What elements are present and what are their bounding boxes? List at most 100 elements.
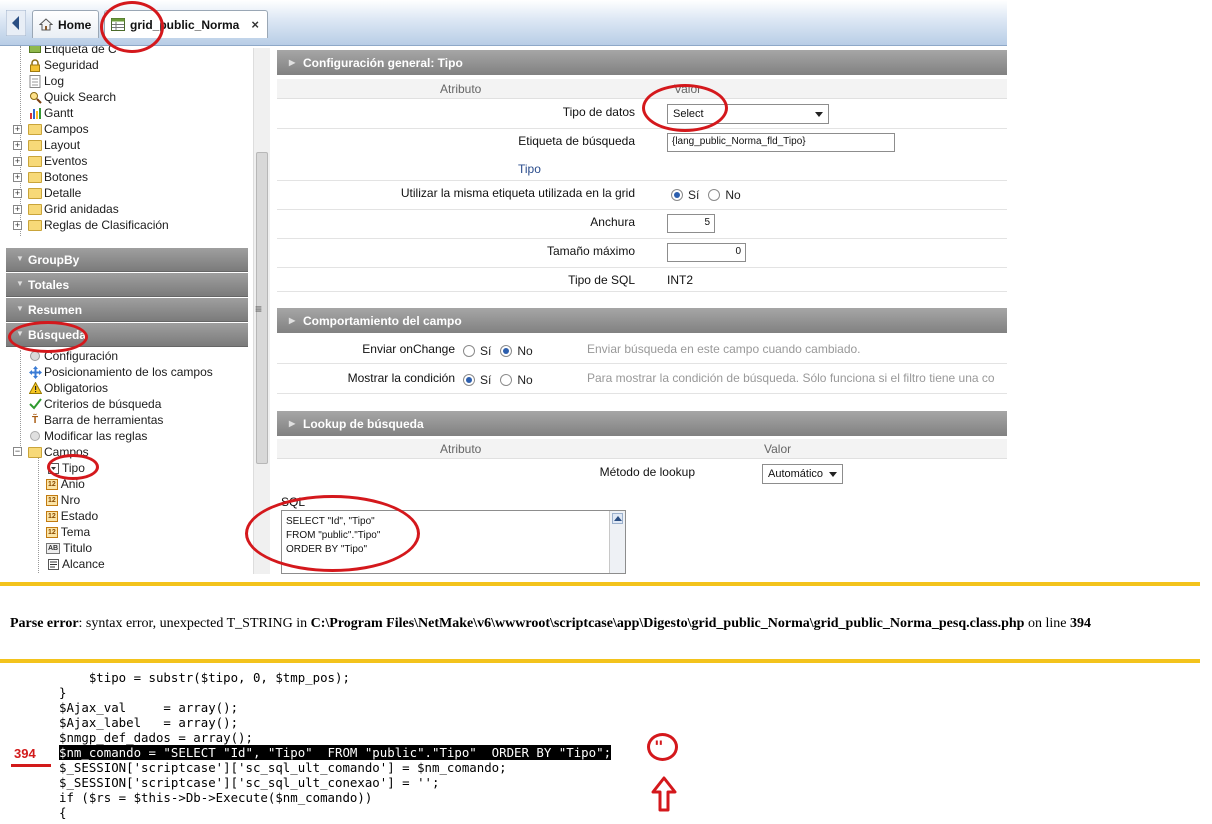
- tree-item-gantt[interactable]: Gantt: [28, 105, 73, 121]
- tipo-datos-select[interactable]: Select: [667, 104, 829, 124]
- rules-icon: [28, 429, 42, 443]
- tree-field-nro[interactable]: 12 Nro: [46, 492, 80, 508]
- radio-no[interactable]: [500, 374, 513, 386]
- code-line: $Ajax_val = array();: [59, 700, 239, 715]
- tree-field-label: Alcance: [62, 557, 105, 571]
- tipo-datos-label: Tipo de datos: [562, 105, 635, 119]
- scroll-up-icon[interactable]: [612, 513, 623, 524]
- radio-si[interactable]: [671, 189, 683, 201]
- tree-field-titulo[interactable]: AB Titulo: [46, 540, 92, 556]
- tree-folder-label: Detalle: [44, 186, 82, 200]
- tree-field-estado[interactable]: 12 Estado: [46, 508, 98, 524]
- lock-icon: [28, 58, 42, 72]
- tree-folder-grid-anidadas[interactable]: Grid anidadas: [28, 201, 119, 217]
- tree-item-label: Quick Search: [44, 90, 117, 104]
- tree-folder-botones[interactable]: Botones: [28, 169, 88, 185]
- tree-item-obligatorios[interactable]: Obligatorios: [28, 380, 108, 396]
- radio-no[interactable]: [500, 345, 513, 357]
- source-code: $tipo = substr($tipo, 0, $tmp_pos); } $A…: [59, 670, 612, 820]
- tree-item-quick-search[interactable]: Quick Search: [28, 89, 116, 105]
- anchura-input[interactable]: 5: [667, 214, 715, 233]
- tab-home[interactable]: Home: [32, 10, 99, 38]
- row-misma-etiqueta: Utilizar la misma etiqueta utilizada en …: [277, 181, 1007, 210]
- tree-folder-campos-busqueda[interactable]: Campos: [28, 444, 89, 460]
- section-lookup[interactable]: ▶ Lookup de búsqueda: [277, 411, 1007, 436]
- numeric-field-icon: 12: [46, 478, 58, 490]
- col-valor: Valor: [674, 82, 702, 96]
- tree-item-configuracion[interactable]: Configuración: [28, 348, 118, 364]
- tree-item-modificar[interactable]: Modificar las reglas: [28, 428, 147, 444]
- divider: [0, 659, 1200, 663]
- tree-folder-layout[interactable]: Layout: [28, 137, 80, 153]
- section-busqueda[interactable]: ▼ Búsqueda: [6, 323, 248, 347]
- tree-item-barra[interactable]: T̃ Barra de herramientas: [28, 412, 163, 428]
- radio-si[interactable]: [463, 345, 475, 357]
- condicion-hint: Para mostrar la condición de búsqueda. S…: [587, 371, 995, 385]
- warning-icon: [28, 381, 42, 395]
- row-condicion: Mostrar la condición Sí No Para mostrar …: [277, 364, 1007, 394]
- etiqueta-input[interactable]: {lang_public_Norma_fld_Tipo}: [667, 133, 895, 152]
- tab-grid-public-norma[interactable]: grid_public_Norma ×: [104, 10, 268, 38]
- collapse-arrow-icon: ▶: [289, 419, 296, 428]
- sql-scrollbar[interactable]: [609, 511, 625, 573]
- tree-item-log[interactable]: Log: [28, 73, 64, 89]
- onchange-label: Enviar onChange: [362, 342, 455, 356]
- missing-quote-annotation: ": [654, 737, 664, 756]
- tree-field-alcance[interactable]: Alcance: [46, 556, 105, 572]
- collapse-icon[interactable]: −: [13, 447, 22, 456]
- splitter-grip-icon[interactable]: ≡: [255, 302, 262, 316]
- tree-item-label: Barra de herramientas: [44, 413, 164, 427]
- tree-field-tipo[interactable]: Tipo: [46, 460, 85, 476]
- folder-icon: [28, 203, 42, 215]
- section-groupby[interactable]: ▼ GroupBy: [6, 248, 248, 272]
- tree-folder-label: Campos: [44, 445, 89, 459]
- tab-bar: Home grid_public_Norma ×: [0, 0, 1007, 46]
- expand-icon[interactable]: +: [13, 173, 22, 182]
- expand-icon[interactable]: +: [13, 205, 22, 214]
- expand-icon[interactable]: +: [13, 221, 22, 230]
- code-line: $nmgp_def_dados = array();: [59, 730, 253, 745]
- folder-icon: [28, 139, 42, 151]
- sql-textarea[interactable]: SELECT "Id", "Tipo" FROM "public"."Tipo"…: [281, 510, 626, 574]
- tree-field-anio[interactable]: 12 Anio: [46, 476, 85, 492]
- tamano-input[interactable]: 0: [667, 243, 746, 262]
- tree-folder-detalle[interactable]: Detalle: [28, 185, 81, 201]
- tree-item-seguridad[interactable]: Seguridad: [28, 57, 99, 73]
- onchange-radio: Sí No: [463, 344, 533, 358]
- radio-no[interactable]: [708, 189, 721, 201]
- radio-si[interactable]: [463, 374, 475, 386]
- numeric-field-icon: 12: [46, 494, 58, 506]
- condicion-label: Mostrar la condición: [347, 371, 455, 385]
- section-config-general[interactable]: ▶ Configuración general: Tipo: [277, 50, 1007, 75]
- tree-field-label: Nro: [60, 493, 81, 507]
- tree-folder-label: Reglas de Clasificación: [44, 218, 169, 232]
- tree-guide: [38, 457, 39, 574]
- radio-si-label: Sí: [480, 344, 492, 358]
- tree-folder-campos[interactable]: Campos: [28, 121, 89, 137]
- close-tab-icon[interactable]: ×: [251, 17, 259, 32]
- section-resumen[interactable]: ▼ Resumen: [6, 298, 248, 322]
- tree-item-etiqueta[interactable]: Etiqueta de C: [28, 46, 117, 57]
- collapse-arrow-icon: ▼: [16, 279, 24, 288]
- expand-icon[interactable]: +: [13, 157, 22, 166]
- tree-item-criterios[interactable]: Criterios de búsqueda: [28, 396, 161, 412]
- move-arrows-icon: [28, 365, 42, 379]
- back-arrow-icon[interactable]: [6, 10, 26, 36]
- tree-field-label: Anio: [60, 477, 85, 491]
- log-icon: [28, 74, 42, 88]
- sql-text: SELECT "Id", "Tipo" FROM "public"."Tipo"…: [286, 516, 381, 555]
- expand-icon[interactable]: +: [13, 189, 22, 198]
- tree-folder-eventos[interactable]: Eventos: [28, 153, 87, 169]
- tree-field-tema[interactable]: 12 Tema: [46, 524, 90, 540]
- section-comportamiento[interactable]: ▶ Comportamiento del campo: [277, 308, 1007, 333]
- tab-home-label: Home: [58, 17, 92, 32]
- code-line: $_SESSION['scriptcase']['sc_sql_ult_cone…: [59, 775, 440, 790]
- tree-item-posicionamiento[interactable]: Posicionamiento de los campos: [28, 364, 213, 380]
- metodo-select[interactable]: Automático: [762, 464, 843, 484]
- row-tipo-datos: Tipo de datos Select: [277, 100, 1007, 129]
- tree-item-label: Configuración: [44, 349, 119, 363]
- expand-icon[interactable]: +: [13, 141, 22, 150]
- expand-icon[interactable]: +: [13, 125, 22, 134]
- tree-folder-reglas[interactable]: Reglas de Clasificación: [28, 217, 169, 233]
- section-totales[interactable]: ▼ Totales: [6, 273, 248, 297]
